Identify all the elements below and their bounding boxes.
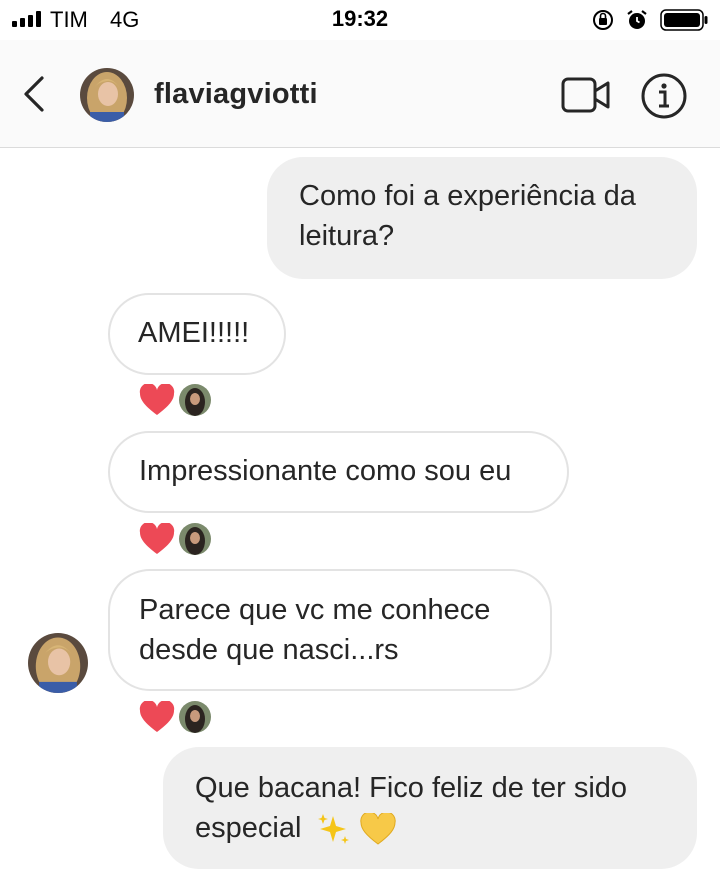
- message-text: Que bacana! Fico feliz de ter sido espec…: [195, 772, 628, 844]
- chat-header: flaviagviotti: [0, 40, 720, 148]
- reaction[interactable]: [139, 701, 211, 733]
- alarm-icon: [627, 10, 647, 29]
- avatar[interactable]: [28, 633, 88, 693]
- reaction[interactable]: [139, 523, 211, 555]
- message-text: Impressionante como sou eu: [139, 455, 512, 487]
- back-button[interactable]: [16, 74, 52, 114]
- sparkles-icon: [318, 814, 350, 845]
- video-call-icon[interactable]: [560, 76, 612, 114]
- message-bubble-outgoing[interactable]: Que bacana! Fico feliz de ter sido espec…: [163, 747, 697, 869]
- reactor-avatar: [179, 701, 211, 733]
- reactor-avatar: [179, 384, 211, 416]
- message-bubble-incoming[interactable]: AMEI!!!!!: [108, 293, 286, 375]
- profile-photo-icon: [28, 633, 88, 693]
- avatar[interactable]: [80, 68, 134, 122]
- message-bubble-incoming[interactable]: Impressionante como sou eu: [108, 431, 569, 513]
- message-text: AMEI!!!!!: [138, 317, 250, 349]
- info-icon[interactable]: [640, 72, 688, 120]
- red-heart-icon: [139, 523, 175, 554]
- reactor-avatar: [179, 523, 211, 555]
- message-text: Parece que vc me conhece desde que nasci…: [139, 594, 491, 666]
- message-bubble-outgoing[interactable]: Como foi a experiência da leitura?: [267, 157, 697, 279]
- username[interactable]: flaviagviotti: [154, 78, 318, 111]
- battery-icon: [660, 9, 708, 31]
- message-bubble-incoming[interactable]: Parece que vc me conhece desde que nasci…: [108, 569, 552, 691]
- message-text: Como foi a experiência da leitura?: [299, 180, 636, 252]
- orientation-lock-icon: [593, 10, 613, 30]
- reaction[interactable]: [139, 384, 211, 416]
- profile-photo-icon: [80, 68, 134, 122]
- yellow-heart-icon: [359, 813, 396, 845]
- red-heart-icon: [139, 384, 175, 415]
- status-bar: TIM 4G 19:32: [0, 0, 720, 40]
- red-heart-icon: [139, 701, 175, 732]
